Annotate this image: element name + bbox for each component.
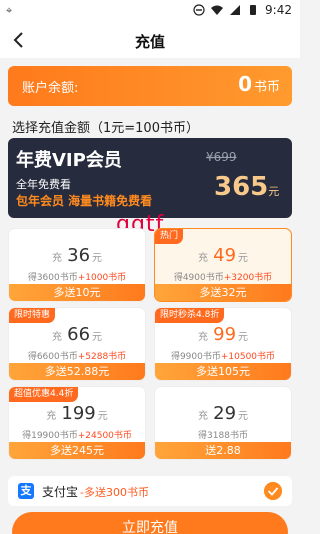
package-amount: 充 66 元: [9, 324, 145, 345]
check-circle-icon[interactable]: [264, 482, 282, 500]
package-desc: 得9900书币+10500书币: [155, 349, 291, 362]
package-unit: 元: [97, 411, 108, 422]
package-bonus-bar: 送2.88: [155, 442, 291, 459]
package-prefix: 充: [197, 411, 208, 422]
vip-title: 年费VIP会员: [16, 150, 122, 171]
package-badge: 限时秒杀4.8折: [155, 308, 225, 323]
payment-label: 支付宝: [42, 485, 79, 499]
package-desc-bonus: +1000书币: [77, 273, 127, 283]
package-desc-base: 得4900书币: [173, 273, 224, 283]
package-card[interactable]: 充 36 元 得3600书币+1000书币 多送10元: [8, 228, 146, 302]
package-bonus-bar: 多送10元: [9, 284, 145, 301]
submit-recharge-button[interactable]: 立即充值: [12, 512, 288, 534]
package-unit: 元: [238, 332, 249, 343]
clock: 9:42: [265, 3, 292, 17]
package-bonus-bar: 多送52.88元: [9, 363, 145, 380]
package-desc: 得19900书币+24500书币: [9, 428, 145, 441]
package-badge: 超值优惠4.4折: [9, 387, 79, 402]
package-card-selected[interactable]: 热门 充 49 元 得4900书币+3200书币 多送32元: [154, 228, 292, 302]
vip-subtitle: 全年免费看: [16, 178, 71, 191]
vip-price-unit: 元: [268, 185, 280, 198]
package-amount-value: 66: [67, 324, 91, 345]
package-badge: 热门: [155, 229, 184, 244]
package-amount: 充 99 元: [155, 324, 291, 345]
package-prefix: 充: [197, 253, 208, 264]
vip-old-price: ¥699: [206, 150, 237, 164]
payment-method-alipay[interactable]: 支 支付宝 -多送300书币: [8, 476, 292, 506]
section-title: 选择充值金额（1元=100书币）: [12, 121, 199, 136]
nav-bar: 充值: [0, 22, 300, 58]
package-desc-bonus: +24500书币: [77, 431, 132, 441]
package-prefix: 充: [197, 332, 208, 343]
vip-highlight: 包年会员 海量书籍免费看: [16, 194, 153, 208]
balance-amount: 0: [238, 72, 252, 96]
package-desc-base: 得9900书币: [170, 352, 221, 362]
package-desc: 得6600书币+5288书币: [9, 349, 145, 362]
vip-price-amount: 365: [214, 172, 269, 202]
balance-card: 账户余额: 0 书币: [8, 66, 292, 106]
package-desc-base: 得19900书币: [22, 431, 78, 441]
vip-card[interactable]: 年费VIP会员 全年免费看 包年会员 海量书籍免费看 ¥699 365元: [8, 138, 292, 218]
package-amount: 充 29 元: [155, 403, 291, 424]
package-desc: 得4900书币+3200书币: [155, 270, 291, 283]
package-bonus-bar: 多送32元: [155, 284, 291, 301]
package-card[interactable]: 超值优惠4.4折 充 199 元 得19900书币+24500书币 多送245元: [8, 386, 146, 460]
wifi-icon: [211, 5, 224, 15]
package-card[interactable]: 充 29 元 得3188书币 送2.88: [154, 386, 292, 460]
package-card[interactable]: 限时秒杀4.8折 充 99 元 得9900书币+10500书币 多送105元: [154, 307, 292, 381]
package-amount-value: 29: [213, 403, 237, 424]
package-prefix: 充: [46, 411, 57, 422]
package-bonus-bar: 多送105元: [155, 363, 291, 380]
balance-unit: 书币: [253, 80, 280, 95]
payment-promo: -多送300书币: [80, 486, 149, 499]
payment-name: 支付宝 -多送300书币: [42, 483, 149, 500]
balance-label: 账户余额:: [22, 81, 79, 96]
package-card[interactable]: 限时特惠 充 66 元 得6600书币+5288书币 多送52.88元: [8, 307, 146, 381]
package-bonus-bar: 多送245元: [9, 442, 145, 459]
package-amount: 充 49 元: [155, 245, 291, 266]
package-desc-base: 得3600书币: [27, 273, 78, 283]
battery-icon: [250, 5, 257, 15]
package-desc-bonus: +10500书币: [220, 352, 276, 362]
location-icon: ⌖: [6, 4, 13, 17]
package-amount-value: 99: [213, 324, 237, 345]
balance-value: 0 书币: [238, 72, 280, 96]
package-desc-base: 得6600书币: [27, 352, 78, 362]
package-desc-base: 得3188书币: [198, 431, 248, 441]
page-title: 充值: [134, 33, 165, 51]
package-unit: 元: [238, 411, 249, 422]
package-badge: 限时特惠: [9, 308, 56, 323]
package-unit: 元: [238, 253, 249, 264]
package-amount: 充 199 元: [9, 403, 145, 424]
package-amount-value: 36: [67, 245, 91, 266]
package-desc: 得3188书币: [155, 428, 291, 441]
status-icons: 9:42: [193, 3, 292, 17]
vip-price: 365元: [214, 172, 279, 202]
package-desc: 得3600书币+1000书币: [9, 270, 145, 283]
package-desc-bonus: +5288书币: [77, 352, 127, 362]
minus-circle-icon: [193, 4, 205, 16]
package-amount-value: 199: [61, 403, 96, 424]
status-bar: ⌖ 9:42: [0, 0, 300, 22]
package-desc-bonus: +3200书币: [223, 273, 273, 283]
package-prefix: 充: [51, 332, 62, 343]
package-unit: 元: [92, 253, 103, 264]
alipay-icon: 支: [18, 483, 34, 499]
package-amount-value: 49: [213, 245, 237, 266]
package-unit: 元: [92, 332, 103, 343]
package-amount: 充 36 元: [9, 245, 145, 266]
package-prefix: 充: [51, 253, 62, 264]
signal-icon: [230, 5, 241, 15]
